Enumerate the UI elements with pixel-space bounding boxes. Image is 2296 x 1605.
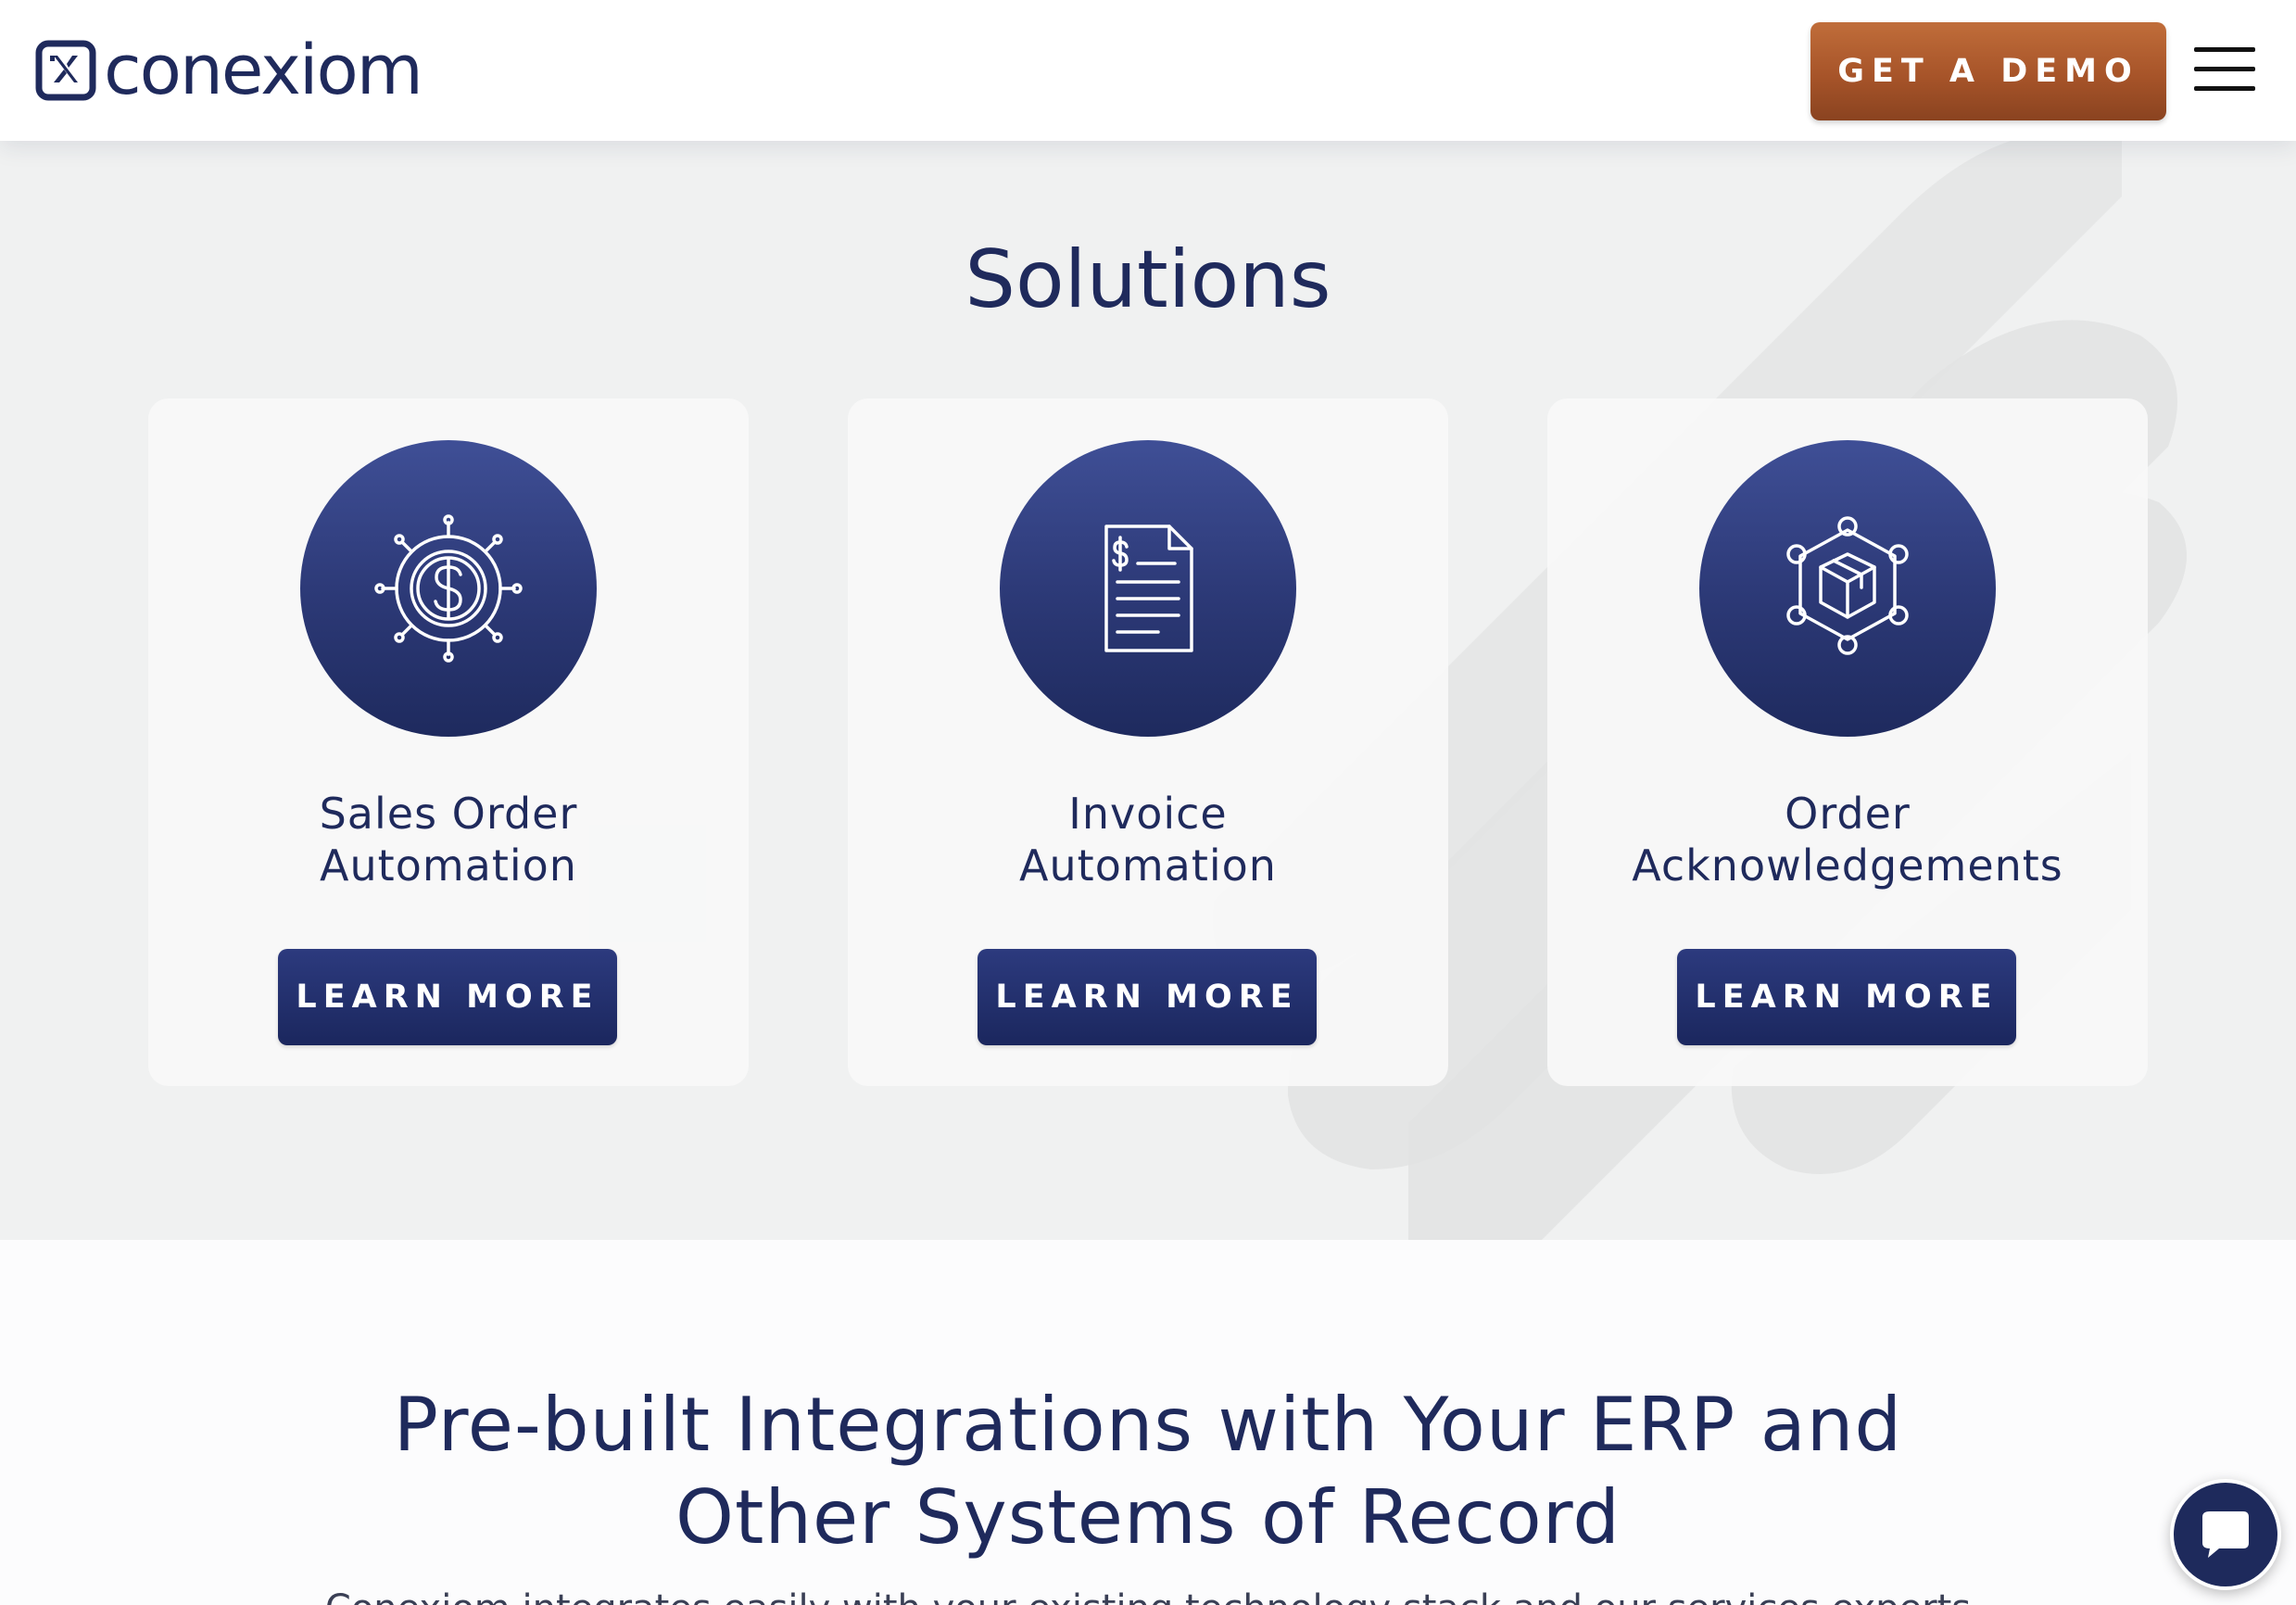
menu-line: [2194, 46, 2255, 52]
integrations-title-line: Other Systems of Record: [675, 1474, 1621, 1561]
icon-circle: [300, 440, 597, 737]
solution-card-invoice: Invoice Automation LEARN MORE: [848, 398, 1448, 1086]
integrations-title: Pre-built Integrations with Your ERP and…: [0, 1379, 2296, 1564]
hamburger-icon[interactable]: [2194, 43, 2259, 95]
network-box-icon: [1786, 516, 1909, 655]
solution-card-order-acknowledgements: Order Acknowledgements LEARN MORE: [1547, 398, 2148, 1086]
icon-circle: [1699, 440, 1996, 737]
card-title: Order Acknowledgements: [1547, 788, 2148, 891]
card-title-line: Sales Order: [319, 789, 578, 839]
learn-more-button[interactable]: LEARN MORE: [978, 949, 1317, 1045]
card-title-line: Acknowledgements: [1632, 840, 2063, 891]
card-title: Invoice Automation: [848, 788, 1448, 891]
site-header: conexiom GET A DEMO: [0, 0, 2296, 141]
logo-mark-icon: [35, 40, 96, 101]
solution-card-sales-order: Sales Order Automation LEARN MORE: [148, 398, 749, 1086]
conexiom-logo[interactable]: conexiom: [35, 31, 423, 110]
chat-launcher-button[interactable]: [2170, 1479, 2281, 1590]
chat-bubble-icon: [2202, 1511, 2249, 1558]
learn-more-button[interactable]: LEARN MORE: [278, 949, 617, 1045]
card-title-line: Order: [1785, 789, 1911, 839]
gear-dollar-icon: [374, 514, 523, 663]
logo-text: conexiom: [104, 31, 423, 110]
invoice-document-icon: [1104, 524, 1193, 652]
integrations-section: Pre-built Integrations with Your ERP and…: [0, 1240, 2296, 1605]
page: conexiom GET A DEMO Solutions Sales Orde…: [0, 0, 2296, 1605]
card-title-line: Automation: [320, 840, 577, 891]
menu-line: [2194, 66, 2255, 71]
learn-more-button[interactable]: LEARN MORE: [1677, 949, 2016, 1045]
card-title: Sales Order Automation: [148, 788, 749, 891]
icon-circle: [1000, 440, 1296, 737]
card-title-line: Invoice: [1068, 789, 1228, 839]
integrations-title-line: Pre-built Integrations with Your ERP and: [393, 1382, 1903, 1468]
solutions-section: Solutions Sales Order Automation LEARN M…: [0, 141, 2296, 1240]
card-title-line: Automation: [1019, 840, 1277, 891]
menu-line: [2194, 85, 2255, 91]
integrations-body: Conexiom integrates easily with your exi…: [0, 1585, 2296, 1605]
solutions-title: Solutions: [965, 234, 1331, 326]
get-a-demo-button[interactable]: GET A DEMO: [1810, 22, 2166, 120]
